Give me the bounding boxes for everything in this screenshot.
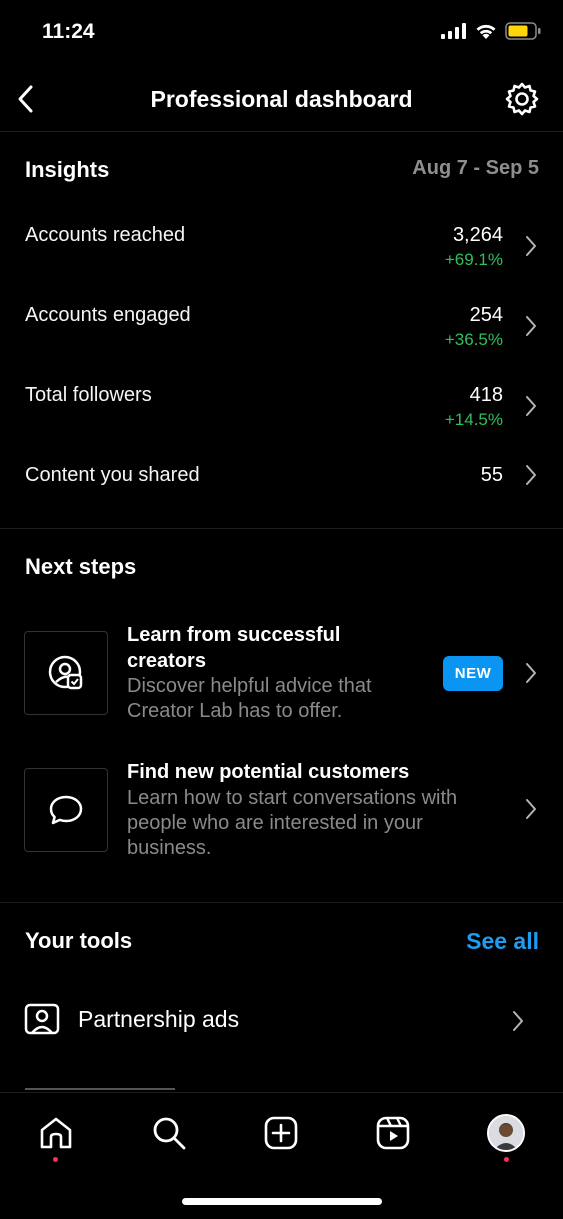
battery-icon [505, 22, 541, 40]
nav-reels[interactable] [373, 1113, 413, 1153]
wifi-icon [476, 24, 496, 39]
chevron-right-icon [526, 316, 536, 336]
tool-label: Partnership ads [78, 1006, 240, 1032]
gear-icon [505, 82, 539, 116]
insight-value: 418 [469, 384, 503, 406]
step-description-line: Discover helpful advice that [127, 675, 372, 697]
your-tools-title: Your tools [25, 928, 133, 953]
insight-change: +36.5% [444, 330, 503, 349]
step-title-line: Find new potential customers [127, 761, 410, 783]
step-description-line: business. [127, 837, 212, 859]
page-title: Professional dashboard [150, 86, 413, 112]
chevron-right-icon [526, 396, 536, 416]
step-icon-box [24, 631, 108, 715]
insight-value: 55 [480, 464, 503, 486]
insight-change: +69.1% [444, 250, 503, 269]
step-title-line: creators [127, 650, 206, 672]
status-icons [441, 22, 541, 40]
insight-row-accounts-reached[interactable]: Accounts reached 3,264 +69.1% [0, 214, 563, 274]
section-divider [0, 528, 563, 529]
chevron-right-icon [526, 799, 536, 819]
header-divider [0, 131, 563, 132]
nav-create[interactable] [261, 1113, 301, 1153]
see-all-link[interactable]: See all [466, 928, 539, 955]
new-post-icon [264, 1116, 298, 1150]
nav-search[interactable] [149, 1113, 189, 1153]
cellular-signal-icon [441, 23, 466, 39]
insight-label: Total followers [25, 384, 152, 406]
home-indicator [182, 1198, 382, 1205]
nav-profile[interactable] [486, 1113, 526, 1153]
chevron-right-icon [526, 465, 536, 485]
profile-photo [489, 1116, 523, 1150]
chevron-right-icon [513, 1011, 523, 1031]
step-icon-box [24, 768, 108, 852]
step-description-line: Creator Lab has to offer. [127, 700, 343, 722]
step-description-line: people who are interested in your [127, 812, 423, 834]
reels-icon [376, 1116, 410, 1150]
next-steps-title: Next steps [25, 554, 137, 579]
insight-row-content-shared[interactable]: Content you shared 55 [0, 454, 563, 514]
avatar [487, 1114, 525, 1152]
insight-label: Content you shared [25, 464, 200, 486]
insights-date-range[interactable]: Aug 7 - Sep 5 [412, 157, 539, 180]
status-time: 11:24 [42, 20, 95, 43]
insight-row-accounts-engaged[interactable]: Accounts engaged 254 +36.5% [0, 294, 563, 354]
nav-home[interactable] [36, 1113, 76, 1153]
section-divider [0, 902, 563, 903]
step-title-line: Learn from successful [127, 624, 341, 646]
new-badge: NEW [443, 656, 503, 691]
insight-value: 254 [469, 304, 503, 326]
creator-lab-icon [48, 655, 83, 690]
search-icon [153, 1117, 186, 1150]
insight-change: +14.5% [444, 410, 503, 429]
step-description-line: Learn how to start conversations with [127, 787, 458, 809]
insight-label: Accounts engaged [25, 304, 191, 326]
profile-notification-dot [504, 1157, 509, 1162]
chevron-right-icon [526, 663, 536, 683]
chat-bubble-icon [49, 795, 83, 825]
partnership-ads-icon [24, 1003, 60, 1035]
insight-row-total-followers[interactable]: Total followers 418 +14.5% [0, 374, 563, 434]
home-notification-dot [53, 1157, 58, 1162]
insights-title: Insights [25, 157, 110, 182]
home-icon [40, 1117, 72, 1149]
insight-value: 3,264 [452, 224, 503, 246]
insight-label: Accounts reached [25, 224, 186, 246]
settings-button[interactable] [503, 80, 541, 118]
chevron-right-icon [526, 236, 536, 256]
